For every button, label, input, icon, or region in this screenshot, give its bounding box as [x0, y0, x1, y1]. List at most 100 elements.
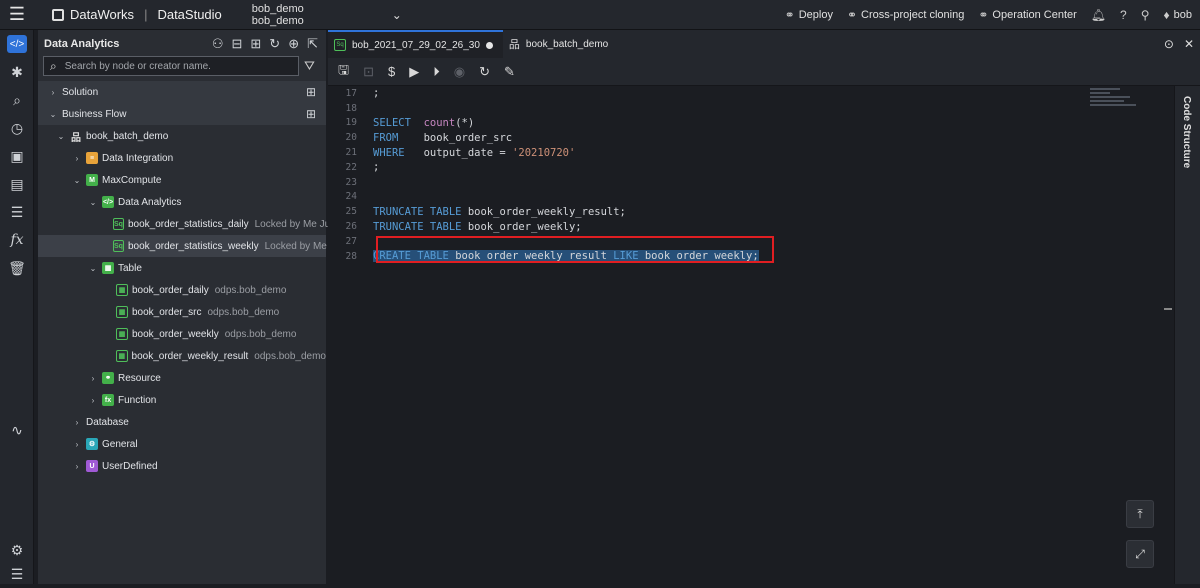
chevron-down-circle-icon[interactable]: ⊙	[1164, 37, 1174, 51]
tree-data-integration[interactable]: › ≡ Data Integration	[38, 147, 326, 169]
line-number: 25	[345, 206, 357, 218]
tree-flow-book-batch-demo[interactable]: ⌄ 品 book_batch_demo	[38, 125, 326, 147]
sql-node-icon: Sq	[334, 39, 346, 51]
save-icon[interactable]: 🖫︎	[338, 61, 349, 83]
table-icon: ▦	[116, 328, 128, 340]
user-menu[interactable]: ♦ bob	[1164, 8, 1192, 22]
help-icon[interactable]: ?	[1120, 8, 1127, 22]
rail-data-analytics[interactable]: </>	[0, 30, 34, 58]
cross-project-label: Cross-project cloning	[861, 9, 965, 21]
code-text: ;	[373, 161, 380, 174]
import-icon[interactable]: ⊟	[231, 36, 242, 52]
tree-label: General	[102, 438, 138, 450]
code-structure-tab[interactable]: Code Structure	[1174, 86, 1200, 584]
tab-business-flow[interactable]: 品 book_batch_demo	[503, 30, 618, 58]
vertical-scrollbar[interactable]	[1164, 86, 1172, 584]
code-minimap[interactable]	[1090, 86, 1150, 126]
data-analytics-panel: Data Analytics ⚇ ⊟ ⊞ ↻ ⊕ ⇱ ⌕ ⛛ › Solutio…	[38, 30, 342, 584]
scroll-top-button[interactable]: ⤒	[1126, 500, 1154, 528]
tree-data-analytics[interactable]: ⌄ </> Data Analytics	[38, 191, 326, 213]
tree-table[interactable]: ⌄ ▦ Table	[38, 257, 326, 279]
tree-table-item[interactable]: ▦ book_order_daily odps.bob_demo	[38, 279, 326, 301]
code-function: count	[423, 116, 456, 129]
workspace-selector[interactable]: bob_demo bob_demo	[252, 3, 304, 27]
code-text: (*)	[455, 116, 475, 129]
line-number: 21	[345, 147, 357, 159]
locate-icon[interactable]: ⊕	[288, 36, 299, 52]
format-icon[interactable]: ✎	[504, 64, 515, 80]
operation-center-label: Operation Center	[992, 9, 1077, 21]
tools-icon[interactable]: ⚲	[1141, 8, 1150, 22]
link-icon: ⚭	[784, 8, 795, 22]
tree-database[interactable]: › Database	[38, 411, 326, 433]
tree-label: MaxCompute	[102, 174, 162, 186]
operation-center-link[interactable]: ⚭ Operation Center	[978, 8, 1076, 22]
tab-sql-file[interactable]: Sq bob_2021_07_29_02_26_30	[328, 30, 503, 58]
minimap-line	[1090, 92, 1110, 94]
fullscreen-button[interactable]: ⤢	[1126, 540, 1154, 568]
run-with-params-icon[interactable]: ⏵	[433, 64, 440, 80]
new-file-icon[interactable]: ⊞	[250, 36, 261, 52]
link-icon: ⚭	[978, 8, 989, 22]
tree-userdefined[interactable]: › U UserDefined	[38, 455, 326, 477]
tree-label: Business Flow	[62, 108, 127, 120]
code-text: output_date =	[423, 146, 513, 159]
tree-node-daily[interactable]: Sq book_order_statistics_daily Locked by…	[38, 213, 332, 235]
grid-icon[interactable]: ⊞	[306, 85, 316, 99]
stop-icon[interactable]: ◉	[454, 64, 465, 80]
tree-meta: odps.bob_demo	[254, 350, 326, 362]
cross-project-link[interactable]: ⚭ Cross-project cloning	[847, 8, 964, 22]
rail-components[interactable]: ✱	[0, 58, 34, 86]
wave-icon: ∿	[11, 421, 23, 438]
rail-tables[interactable]: ▤	[0, 170, 34, 198]
grid-icon[interactable]: ⊞	[306, 107, 316, 121]
left-rail: </> ✱ ⌕ ◷ ▣ ▤ ☰ fx 🗑︎ ∿ ⚙ ☰	[0, 30, 34, 584]
tree-table-item[interactable]: ▦ book_order_src odps.bob_demo	[38, 301, 326, 323]
filter-icon[interactable]: ⛛	[304, 58, 315, 74]
userdefined-icon: U	[86, 460, 98, 472]
code-line: 21 WHERE output_date = '20210720'	[328, 145, 1088, 160]
tree-resource[interactable]: › ⚭ Resource	[38, 367, 326, 389]
rail-workbench[interactable]: ▣	[0, 142, 34, 170]
code-line: 26 TRUNCATE TABLE book_order_weekly;	[328, 219, 1088, 234]
refresh-icon[interactable]: ↻	[269, 36, 280, 52]
list-icon: ☰	[10, 203, 24, 220]
deploy-link[interactable]: ⚭ Deploy	[785, 8, 833, 22]
line-number: 18	[345, 102, 357, 114]
search-input[interactable]	[64, 60, 285, 72]
chevron-down-icon[interactable]: ⌄	[392, 8, 402, 22]
tree-table-item[interactable]: ▦ book_order_weekly_result odps.bob_demo	[38, 345, 326, 367]
rail-recycle[interactable]: 🗑︎	[0, 254, 34, 282]
bell-icon[interactable]: 🔔︎	[1091, 8, 1106, 22]
export-icon[interactable]: ⇱	[307, 36, 318, 52]
tree-table-item[interactable]: ▦ book_order_weekly odps.bob_demo	[38, 323, 326, 345]
code-editor[interactable]: 17; 18 19 SELECT count (*) 20 FROM book_ord…	[328, 86, 1088, 584]
code-line: 17;	[328, 86, 1088, 101]
tree-maxcompute[interactable]: ⌄ M MaxCompute	[38, 169, 326, 191]
rail-lineage[interactable]: ∿	[0, 416, 34, 444]
cost-icon[interactable]: $	[388, 64, 395, 79]
chevron-down-icon: ⌄	[49, 109, 57, 119]
reload-icon[interactable]: ↻	[479, 64, 490, 80]
rail-history[interactable]: ◷	[0, 114, 34, 142]
scroll-marker	[1164, 308, 1172, 310]
tree-business-flow[interactable]: ⌄ Business Flow ⊞	[38, 103, 326, 125]
rail-list[interactable]: ☰	[0, 198, 34, 226]
rail-search[interactable]: ⌕	[0, 86, 34, 114]
close-icon[interactable]: ✕	[1184, 37, 1194, 51]
tree-function[interactable]: › fx Function	[38, 389, 326, 411]
tree-label: book_order_statistics_daily	[127, 218, 249, 230]
run-icon[interactable]: ▶	[409, 64, 419, 80]
tree-general[interactable]: › ⚙ General	[38, 433, 326, 455]
editor-tabs: Sq bob_2021_07_29_02_26_30 品 book_batch_…	[328, 30, 1200, 58]
unsaved-dot-icon[interactable]	[485, 41, 493, 49]
tree-node-weekly[interactable]: Sq book_order_statistics_weekly Locked b…	[38, 235, 342, 257]
tree-solution[interactable]: › Solution ⊞	[38, 81, 326, 103]
tree-label: Function	[118, 394, 157, 406]
lock-icon[interactable]: ⊡	[363, 64, 374, 80]
menu-icon[interactable]: ☰	[0, 0, 34, 30]
brand-separator: |	[144, 7, 148, 22]
person-icon[interactable]: ⚇	[212, 36, 224, 52]
chevron-right-icon: ›	[91, 395, 95, 405]
rail-functions[interactable]: fx	[0, 226, 34, 254]
